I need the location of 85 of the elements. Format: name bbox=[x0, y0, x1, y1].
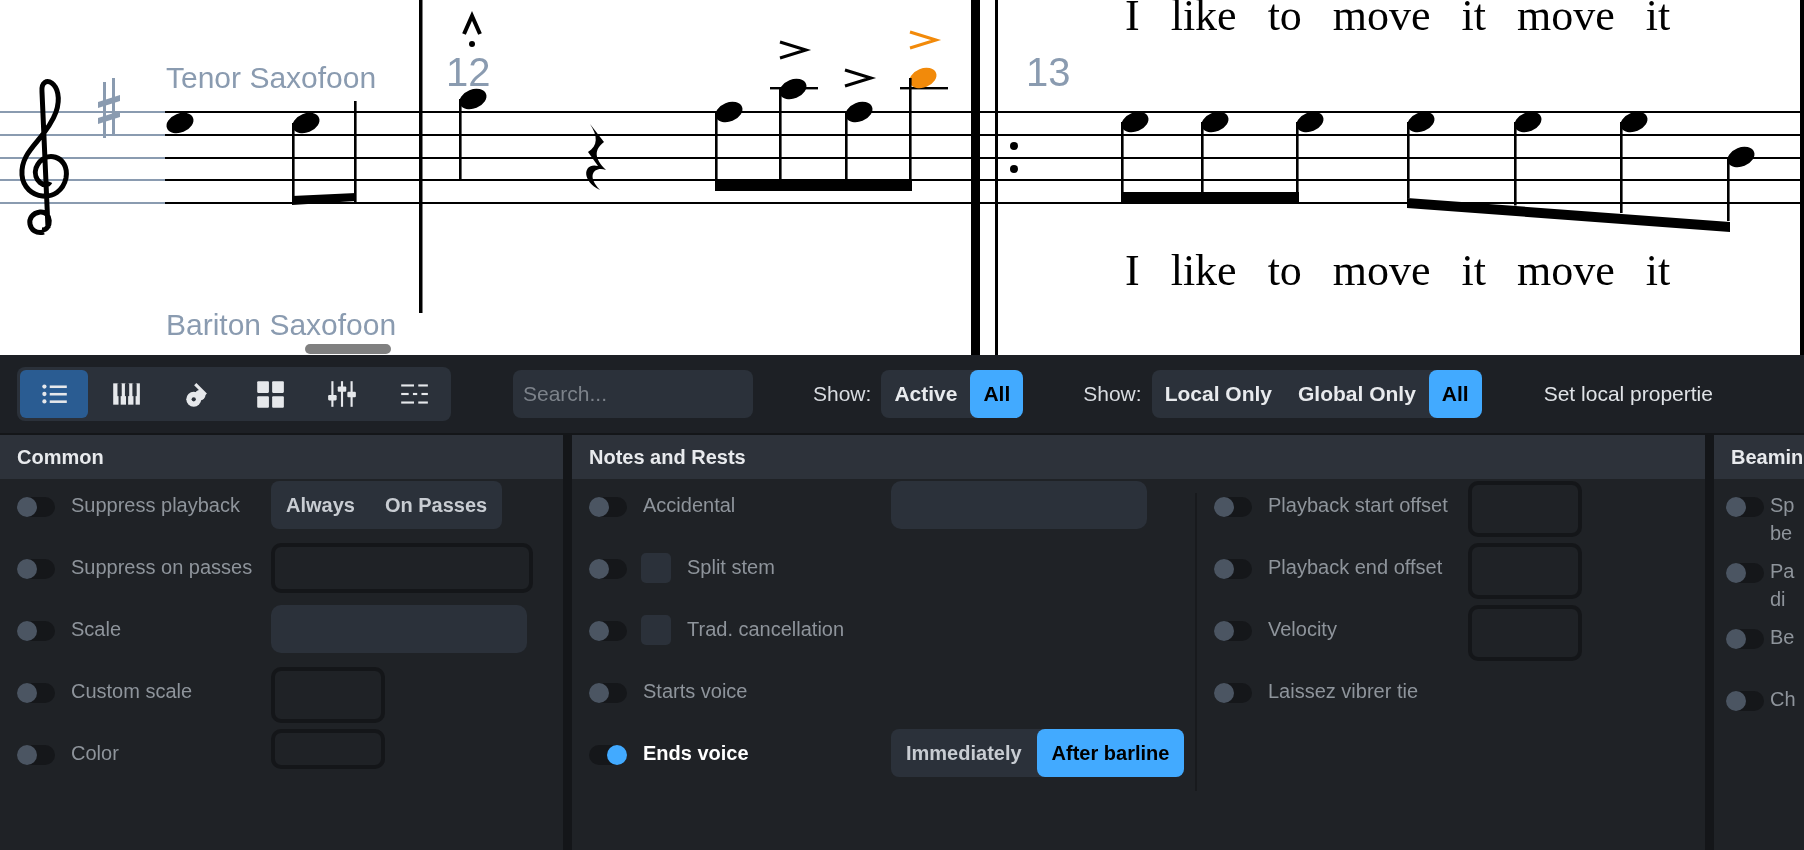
note[interactable] bbox=[715, 101, 743, 181]
property-label: Laissez vibrer tie bbox=[1268, 679, 1420, 704]
property-label: Split stem bbox=[687, 555, 776, 580]
toggle-switch[interactable] bbox=[1726, 629, 1764, 649]
toggle-switch[interactable] bbox=[1726, 497, 1764, 517]
property-label: Ends voice bbox=[643, 741, 750, 766]
panel-title: Beamin bbox=[1714, 435, 1804, 479]
note[interactable] bbox=[1620, 111, 1648, 213]
measure-number: 12 bbox=[446, 50, 491, 94]
toggle-switch[interactable] bbox=[1726, 691, 1764, 711]
toggle-switch[interactable] bbox=[1214, 683, 1252, 703]
segment-option[interactable]: After barline bbox=[1036, 729, 1185, 777]
property-label: Playback start offset bbox=[1268, 493, 1449, 518]
measure-number: 13 bbox=[1026, 50, 1071, 94]
staff-name: Bariton Saxofoon bbox=[166, 308, 397, 341]
staff-name: Tenor Saxofoon bbox=[166, 61, 377, 94]
filter-label: Show: bbox=[1083, 382, 1142, 406]
lyrics: I like to move it move it bbox=[1125, 246, 1671, 295]
filter-option[interactable]: Global Only bbox=[1285, 370, 1429, 418]
note[interactable] bbox=[845, 101, 873, 181]
property-label: Color bbox=[71, 741, 120, 766]
accent-mark bbox=[844, 68, 877, 88]
note[interactable] bbox=[166, 112, 194, 134]
segment-option[interactable]: Always bbox=[271, 481, 370, 529]
note[interactable] bbox=[1727, 146, 1755, 221]
search-field[interactable]: Search... bbox=[513, 370, 753, 418]
accent-mark bbox=[779, 40, 812, 60]
property-label: Velocity bbox=[1268, 617, 1338, 642]
toggle-switch[interactable] bbox=[1214, 559, 1252, 579]
repeat-dots bbox=[1010, 142, 1018, 173]
filter-label: Show: bbox=[813, 382, 872, 406]
property-label: Trad. cancellation bbox=[687, 617, 846, 642]
note[interactable] bbox=[1121, 111, 1149, 192]
note[interactable] bbox=[1407, 111, 1435, 198]
note[interactable] bbox=[1296, 111, 1324, 192]
toggle-switch[interactable] bbox=[17, 497, 55, 517]
toggle-switch[interactable] bbox=[1214, 497, 1252, 517]
panel-title: Common bbox=[0, 435, 563, 479]
beam bbox=[292, 193, 356, 205]
note[interactable] bbox=[770, 78, 818, 181]
lyrics: I like to move it move it bbox=[1125, 0, 1671, 40]
marcato-mark bbox=[462, 11, 482, 47]
toggle-switch[interactable] bbox=[589, 497, 627, 517]
toggle-switch[interactable] bbox=[1726, 563, 1764, 583]
note[interactable] bbox=[1201, 111, 1229, 192]
view-button[interactable] bbox=[20, 370, 88, 418]
panel-title: Notes and Rests bbox=[572, 435, 1705, 479]
grid-icon bbox=[254, 378, 286, 410]
rest-icon bbox=[586, 124, 606, 190]
sliders-icon bbox=[326, 378, 358, 410]
toggle-switch[interactable] bbox=[17, 559, 55, 579]
scroll-handle[interactable] bbox=[305, 344, 391, 354]
toggle-switch[interactable] bbox=[1214, 621, 1252, 641]
toggle-switch[interactable] bbox=[589, 683, 627, 703]
note[interactable] bbox=[292, 112, 320, 196]
property-label: Ch bbox=[1770, 687, 1797, 712]
note[interactable] bbox=[1514, 111, 1542, 206]
toggle-switch[interactable] bbox=[17, 683, 55, 703]
property-label: Starts voice bbox=[643, 679, 749, 704]
property-label: Accidental bbox=[643, 493, 737, 518]
property-label: Sp be bbox=[1770, 493, 1796, 546]
property-label: Scale bbox=[71, 617, 123, 642]
property-label: Be bbox=[1770, 625, 1796, 650]
toggle-switch[interactable] bbox=[589, 621, 627, 641]
filter-option[interactable]: All bbox=[970, 370, 1024, 418]
accent-mark bbox=[909, 30, 942, 50]
property-label: Custom scale bbox=[71, 679, 194, 704]
segment-option[interactable]: Immediately bbox=[891, 729, 1037, 777]
toggle-switch[interactable] bbox=[17, 621, 55, 641]
filter-option[interactable]: Active bbox=[881, 370, 971, 418]
filter-option[interactable]: Local Only bbox=[1151, 370, 1285, 418]
filter-option[interactable]: All bbox=[1428, 370, 1482, 418]
property-label: Playback end offset bbox=[1268, 555, 1444, 580]
property-label: Suppress on passes bbox=[71, 555, 254, 580]
note[interactable] bbox=[900, 67, 948, 181]
hint-text: Set local propertie bbox=[1543, 382, 1713, 406]
property-label: Suppress playback bbox=[71, 493, 241, 518]
note[interactable] bbox=[459, 88, 487, 180]
toggle-switch[interactable] bbox=[589, 745, 627, 765]
treble-clef-icon bbox=[19, 79, 69, 235]
toggle-switch[interactable] bbox=[589, 559, 627, 579]
property-label: Pa di bbox=[1770, 559, 1796, 612]
sharp-icon bbox=[98, 78, 120, 138]
segment-option[interactable]: On Passes bbox=[369, 481, 503, 529]
toggle-switch[interactable] bbox=[17, 745, 55, 765]
